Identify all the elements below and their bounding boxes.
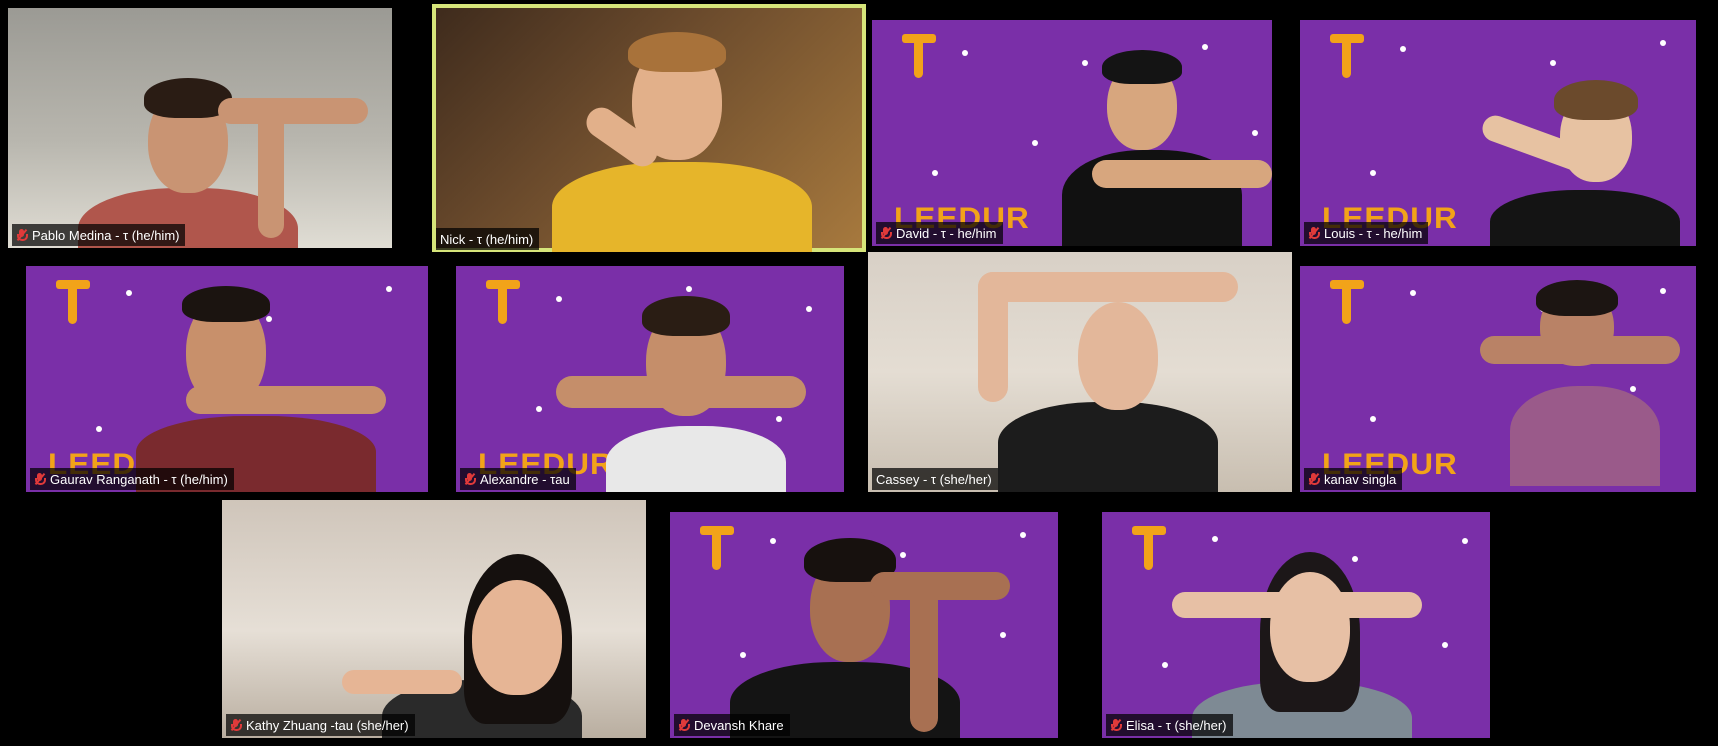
participant-name: kanav singla: [1324, 471, 1397, 487]
participant-name-label: Alexandre - τau: [460, 468, 576, 490]
video-tile-david[interactable]: LEEDUR David - τ - he/him: [872, 20, 1272, 246]
participant-name-label: Kathy Zhuang -tau (she/her): [226, 714, 415, 736]
video-tile-nick[interactable]: Nick - τ (he/him): [432, 4, 866, 252]
mic-muted-icon: [1308, 226, 1320, 240]
mic-muted-icon: [34, 472, 46, 486]
participant-name-label: David - τ - he/him: [876, 222, 1003, 244]
participant-name: Gaurav Ranganath - τ (he/him): [50, 471, 228, 487]
tau-logo-icon: [700, 526, 734, 572]
participant-name-label: Gaurav Ranganath - τ (he/him): [30, 468, 234, 490]
participant-name: Louis - τ - he/him: [1324, 225, 1423, 241]
participant-name: Nick - τ (he/him): [440, 231, 534, 247]
mic-muted-icon: [1110, 718, 1122, 732]
video-tile-pablo[interactable]: Pablo Medina - τ (he/him): [8, 8, 392, 248]
video-tile-cassey[interactable]: Cassey - τ (she/her): [868, 252, 1292, 492]
video-tile-alexandre[interactable]: LEEDUR Alexandre - τau: [456, 266, 844, 492]
participant-name-label: Nick - τ (he/him): [436, 228, 540, 250]
participant-name: Elisa - τ (she/her): [1126, 717, 1227, 733]
participant-name: Pablo Medina - τ (he/him): [32, 227, 180, 243]
participant-name: Devansh Khare: [694, 717, 784, 733]
participant-name-label: Cassey - τ (she/her): [872, 468, 998, 490]
video-tile-kathy[interactable]: Kathy Zhuang -tau (she/her): [222, 500, 646, 738]
tau-logo-icon: [902, 34, 936, 80]
participant-name: Cassey - τ (she/her): [876, 471, 992, 487]
tau-logo-icon: [1132, 526, 1166, 572]
participant-name-label: Louis - τ - he/him: [1304, 222, 1429, 244]
tau-logo-icon: [1330, 34, 1364, 80]
tau-logo-icon: [486, 280, 520, 326]
mic-muted-icon: [1308, 472, 1320, 486]
video-tile-elisa[interactable]: Elisa - τ (she/her): [1102, 512, 1490, 738]
mic-muted-icon: [16, 228, 28, 242]
participant-name-label: Pablo Medina - τ (he/him): [12, 224, 186, 246]
tau-logo-icon: [56, 280, 90, 326]
tau-logo-icon: [1330, 280, 1364, 326]
participant-name-label: kanav singla: [1304, 468, 1403, 490]
mic-muted-icon: [230, 718, 242, 732]
participant-name: David - τ - he/him: [896, 225, 997, 241]
video-tile-kanav[interactable]: LEEDUR kanav singla: [1300, 266, 1696, 492]
video-tile-devansh[interactable]: Devansh Khare: [670, 512, 1058, 738]
mic-muted-icon: [678, 718, 690, 732]
video-tile-louis[interactable]: LEEDUR Louis - τ - he/him: [1300, 20, 1696, 246]
video-tile-gaurav[interactable]: LEEDUR Gaurav Ranganath - τ (he/him): [26, 266, 428, 492]
participant-name: Kathy Zhuang -tau (she/her): [246, 717, 409, 733]
participant-name-label: Elisa - τ (she/her): [1106, 714, 1233, 736]
participant-name-label: Devansh Khare: [674, 714, 790, 736]
participant-name: Alexandre - τau: [480, 471, 570, 487]
mic-muted-icon: [464, 472, 476, 486]
mic-muted-icon: [880, 226, 892, 240]
